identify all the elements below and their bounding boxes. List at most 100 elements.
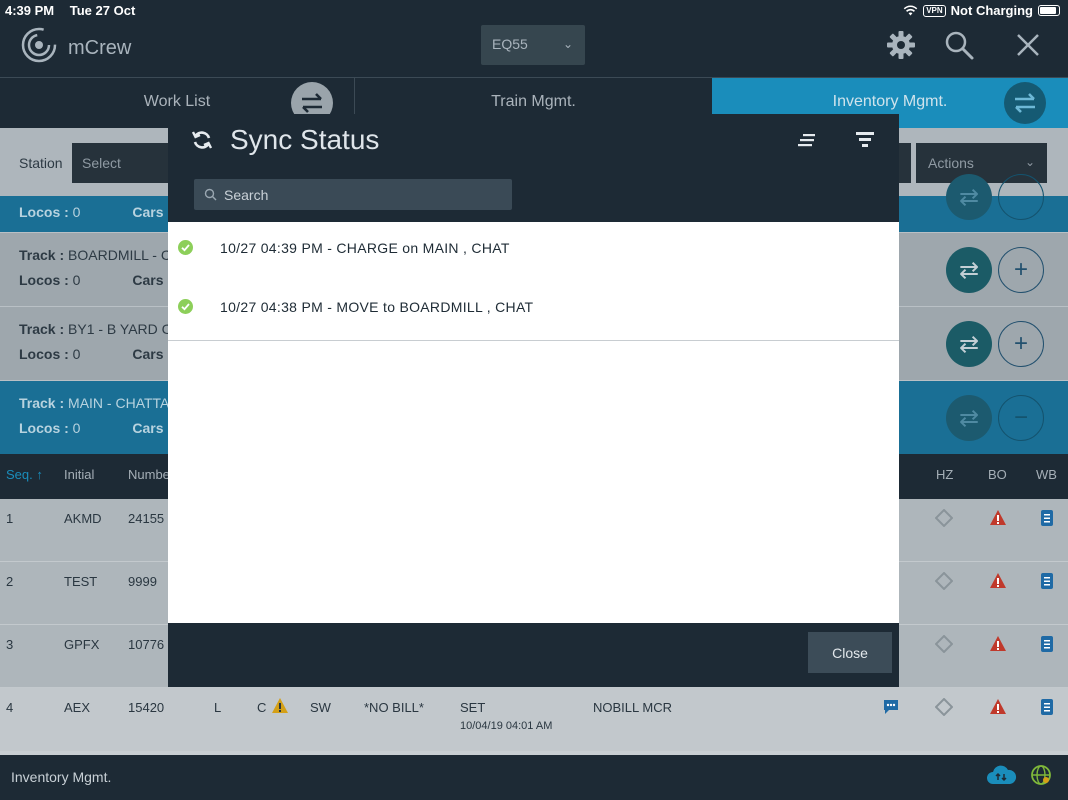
alert-triangle-icon[interactable] [989, 635, 1007, 653]
footer-label: Inventory Mgmt. [11, 769, 112, 785]
vpn-badge: VPN [923, 4, 946, 17]
close-button[interactable]: Close [808, 632, 892, 673]
actions-label: Actions [928, 155, 974, 171]
waybill-document-icon[interactable] [1038, 509, 1056, 527]
cloud-sync-icon[interactable] [985, 764, 1017, 786]
sync-status-modal: Sync Status 10/27 04:39 PM - CHARGE on M… [168, 114, 899, 687]
modal-footer: Close [168, 623, 899, 687]
cars-label: Cars : [132, 346, 173, 362]
action-time-cell: 10/04/19 04:01 AM [460, 720, 553, 732]
initial-cell: TEST [64, 574, 98, 589]
column-header: WB [1036, 467, 1057, 482]
initial-cell: GPFX [64, 637, 100, 652]
locos-value: 0 [72, 272, 81, 288]
status-date: Tue 27 Oct [69, 3, 136, 18]
alert-triangle-icon[interactable] [989, 509, 1007, 527]
waybill-document-icon[interactable] [1038, 572, 1056, 590]
track-value: BY1 - B YARD C [68, 321, 172, 337]
destination-cell: NOBILL MCR [593, 700, 672, 715]
expand-track-button[interactable] [998, 174, 1044, 220]
sync-arrows-icon[interactable] [1004, 82, 1046, 124]
initial-cell: AKMD [64, 511, 102, 526]
hazmat-diamond-icon[interactable] [935, 572, 953, 590]
battery-icon [1038, 5, 1060, 16]
sync-log-text: 10/27 04:38 PM - MOVE to BOARDMILL , CHA… [220, 299, 534, 315]
track-label: Track : [19, 321, 65, 337]
sync-log-item[interactable]: 10/27 04:39 PM - CHARGE on MAIN , CHAT [168, 222, 899, 282]
comment-icon[interactable] [882, 698, 900, 716]
tab-label: Inventory Mgmt. [832, 93, 948, 110]
waybill-document-icon[interactable] [1038, 635, 1056, 653]
locos-label: Locos : [19, 272, 69, 288]
arrow-up-icon: ↑ [36, 467, 43, 482]
add-track-button[interactable]: + [998, 247, 1044, 293]
hazmat-diamond-icon[interactable] [935, 509, 953, 527]
sync-track-button[interactable]: ⇄ [946, 174, 992, 220]
type-cell: SW [310, 700, 331, 715]
track-value: BOARDMILL - C [68, 247, 171, 263]
loco-select[interactable]: EQ55 ⌄ [481, 25, 585, 65]
number-cell: 9999 [128, 574, 157, 589]
column-header: HZ [936, 467, 954, 482]
chevron-down-icon: ⌄ [562, 37, 573, 51]
number-cell: 10776 [128, 637, 165, 652]
number-cell: 24155 [128, 511, 165, 526]
cars-label: Cars : [132, 272, 173, 288]
status-bar: 4:39 PM Tue 27 Oct VPN Not Charging [0, 0, 1068, 20]
locos-label: Locos : [19, 420, 69, 436]
refresh-icon[interactable] [191, 129, 213, 151]
footer-bar: Inventory Mgmt. [0, 755, 1068, 800]
column-header: BO [988, 467, 1007, 482]
column-header: Numbe [128, 467, 170, 482]
add-track-button[interactable]: + [998, 321, 1044, 367]
tab-label: Work List [143, 93, 211, 110]
cars-label: Cars : [132, 420, 173, 436]
station-select-value: Select [82, 155, 121, 171]
close-icon[interactable] [1012, 29, 1044, 61]
battery-label: Not Charging [950, 3, 1033, 18]
sort-lines-icon[interactable] [797, 132, 817, 148]
bill-cell: *NO BILL* [364, 700, 424, 715]
sync-log-item[interactable]: 10/27 04:38 PM - MOVE to BOARDMILL , CHA… [168, 281, 899, 341]
locos-label: Locos : [19, 204, 69, 220]
hazmat-diamond-icon[interactable] [935, 698, 953, 716]
column-header: Initial [64, 467, 95, 482]
sync-track-button[interactable]: ⇄ [946, 395, 992, 441]
sync-track-button[interactable]: ⇄ [946, 247, 992, 293]
locos-label: Locos : [19, 346, 69, 362]
le-cell: L [214, 700, 222, 715]
seq-cell: 2 [6, 574, 14, 589]
filter-icon[interactable] [855, 131, 875, 148]
sync-log-text: 10/27 04:39 PM - CHARGE on MAIN , CHAT [220, 240, 510, 256]
alert-triangle-icon[interactable] [989, 572, 1007, 590]
action-cell: SET [460, 700, 486, 715]
modal-header: Sync Status [168, 114, 899, 222]
track-label: Track : [19, 395, 65, 411]
track-value: MAIN - CHATTA [68, 395, 170, 411]
column-header: Seq. [6, 467, 33, 482]
search-input[interactable] [224, 179, 504, 210]
table-row[interactable]: 4 AEX 15420 L C SW *NO BILL* SET 10/04/1… [0, 688, 1068, 751]
collapse-track-button[interactable]: − [998, 395, 1044, 441]
cars-label: Cars : [132, 204, 173, 220]
network-globe-icon[interactable] [1030, 764, 1052, 786]
gear-icon[interactable] [885, 29, 917, 61]
sync-track-button[interactable]: ⇄ [946, 321, 992, 367]
search-icon[interactable] [943, 29, 975, 61]
loco-select-value: EQ55 [492, 36, 528, 52]
hazmat-diamond-icon[interactable] [935, 635, 953, 653]
alert-triangle-icon[interactable] [989, 698, 1007, 716]
modal-title: Sync Status [230, 124, 380, 155]
waybill-document-icon[interactable] [1038, 698, 1056, 716]
check-circle-icon [178, 240, 193, 255]
search-icon [204, 188, 217, 201]
seq-sort-header[interactable]: Seq. ↑ [6, 467, 43, 482]
seq-cell: 4 [6, 700, 14, 715]
locos-value: 0 [72, 420, 81, 436]
mcrew-logo-icon [21, 27, 57, 63]
locos-value: 0 [72, 346, 81, 362]
search-field[interactable] [194, 179, 512, 210]
locos-value: 0 [72, 204, 81, 220]
warning-triangle-icon [272, 698, 288, 713]
status-time: 4:39 PM [5, 3, 55, 18]
